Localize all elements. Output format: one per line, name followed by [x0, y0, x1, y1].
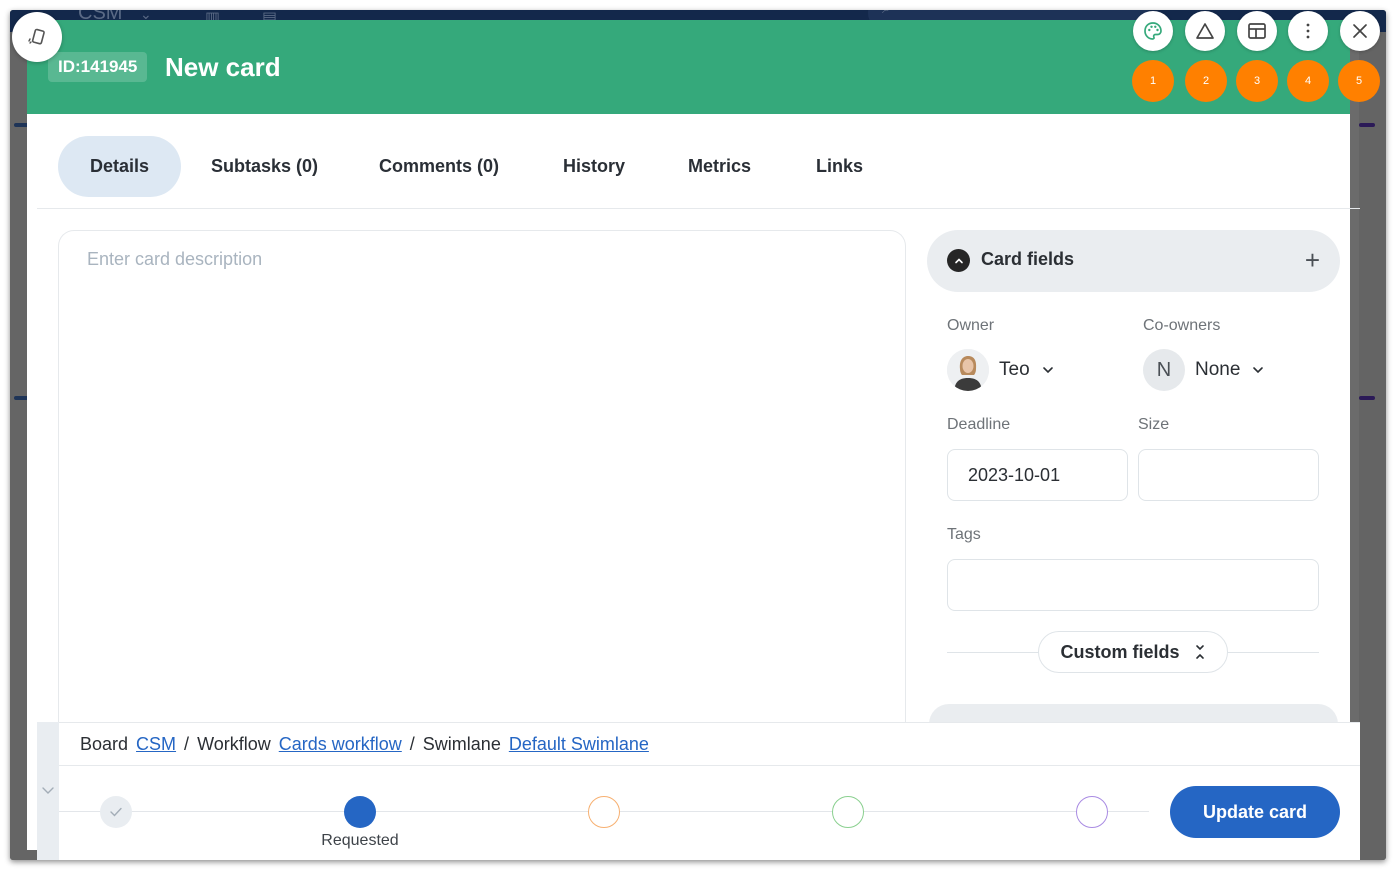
tab-subtasks[interactable]: Subtasks (0): [211, 136, 318, 197]
device-switch-button[interactable]: [12, 12, 62, 62]
workflow-step-upcoming[interactable]: [1076, 796, 1108, 828]
breadcrumb-swimlane-link[interactable]: Default Swimlane: [509, 734, 649, 754]
background-lane-marker: [1359, 396, 1375, 400]
custom-fields-label: Custom fields: [1060, 641, 1180, 662]
owner-avatar: [947, 349, 989, 391]
next-panel-section: [929, 704, 1338, 724]
breadcrumb-separator: /: [184, 734, 190, 754]
breadcrumb-board-label: Board: [80, 734, 129, 754]
size-input[interactable]: [1138, 449, 1319, 501]
background-search-placeholder: Search: [924, 10, 987, 15]
coowners-initial: N: [1156, 358, 1172, 381]
palette-icon: [1144, 22, 1162, 40]
device-rotate-icon: [28, 28, 45, 45]
card-tabs: Details Subtasks (0) Comments (0) Histor…: [37, 124, 1360, 209]
deadline-label: Deadline: [947, 416, 1011, 433]
background-right-column: [1359, 32, 1386, 860]
size-label: Size: [1138, 416, 1170, 433]
annotation-marker: 2: [1185, 60, 1227, 102]
custom-fields-toggle[interactable]: Custom fields: [1038, 631, 1228, 673]
block-button[interactable]: [1185, 11, 1225, 51]
coowners-value: None: [1195, 359, 1241, 380]
owner-label: Owner: [947, 317, 995, 334]
check-icon: [110, 807, 122, 817]
tab-comments[interactable]: Comments (0): [379, 136, 499, 197]
layout-icon: [1248, 23, 1266, 39]
card-fields-title: Card fields: [981, 249, 1075, 269]
coowners-label: Co-owners: [1143, 317, 1221, 334]
add-field-plus-icon[interactable]: +: [1305, 245, 1320, 275]
annotation-marker: 1: [1132, 60, 1174, 102]
chevron-down-icon[interactable]: [41, 786, 55, 796]
workflow-step-done[interactable]: [100, 796, 132, 828]
palette-button[interactable]: [1133, 11, 1173, 51]
close-button[interactable]: [1340, 11, 1380, 51]
coowners-avatar: N: [1143, 349, 1185, 391]
workflow-step-upcoming[interactable]: [588, 796, 620, 828]
annotation-marker: 5: [1338, 60, 1380, 102]
close-icon: [1353, 24, 1367, 38]
more-vertical-icon: [1306, 23, 1310, 39]
tab-history[interactable]: History: [563, 136, 625, 197]
coowners-select[interactable]: N None: [1143, 349, 1264, 391]
card-title[interactable]: New card: [165, 49, 281, 85]
tags-input[interactable]: [947, 559, 1319, 611]
workflow-steps: Requested: [59, 766, 1360, 860]
breadcrumb-swimlane-label: Swimlane: [422, 734, 501, 754]
owner-select[interactable]: Teo: [947, 349, 1054, 391]
owner-name: Teo: [999, 359, 1030, 380]
annotation-marker: 3: [1236, 60, 1278, 102]
chevron-down-icon: [1252, 363, 1264, 377]
background-search-icon: ⌕: [882, 10, 891, 18]
expand-collapse-icon: [1195, 645, 1204, 659]
breadcrumb-separator: /: [409, 734, 415, 754]
more-button[interactable]: [1288, 11, 1328, 51]
tags-label: Tags: [947, 526, 981, 543]
card-fields-header[interactable]: Card fields +: [927, 230, 1340, 292]
annotation-marker: 4: [1287, 60, 1329, 102]
description-editor[interactable]: Enter card description: [58, 230, 906, 750]
breadcrumb: Board CSM / Workflow Cards workflow / Swimlane…: [80, 734, 649, 755]
triangle-icon: [1196, 23, 1214, 39]
deadline-input[interactable]: 2023-10-01: [947, 449, 1128, 501]
card-id-badge: ID:141945: [48, 52, 148, 82]
update-card-button[interactable]: Update card: [1170, 786, 1340, 838]
layout-button[interactable]: [1237, 11, 1277, 51]
chevron-up-icon[interactable]: [947, 249, 970, 272]
breadcrumb-bar: Board CSM / Workflow Cards workflow / Swimlane…: [59, 722, 1360, 766]
breadcrumb-board-link[interactable]: CSM: [136, 734, 176, 754]
tab-metrics[interactable]: Metrics: [688, 136, 751, 197]
workflow-step-label: Requested: [321, 832, 399, 849]
breadcrumb-workflow-link[interactable]: Cards workflow: [279, 734, 402, 754]
workflow-step-upcoming[interactable]: [832, 796, 864, 828]
workflow-step-current[interactable]: [344, 796, 376, 828]
background-lane-marker: [1359, 123, 1375, 127]
breadcrumb-workflow-label: Workflow: [197, 734, 271, 754]
footer-collapse-strip[interactable]: [37, 722, 59, 860]
description-placeholder[interactable]: Enter card description: [87, 249, 262, 270]
tab-links[interactable]: Links: [816, 136, 863, 197]
tab-details[interactable]: Details: [58, 136, 182, 197]
chevron-down-icon: [1042, 363, 1054, 377]
